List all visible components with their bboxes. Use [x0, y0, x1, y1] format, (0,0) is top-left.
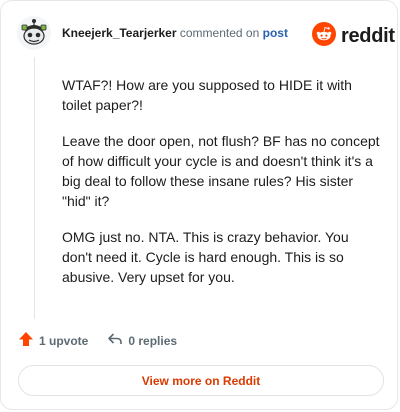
reddit-brand[interactable]: reddit: [312, 22, 395, 51]
thread-line: [34, 57, 35, 319]
comment-header: Kneejerk_Tearjerker commented on post: [62, 26, 288, 40]
reddit-logo-icon: [312, 22, 336, 51]
comment-paragraph: OMG just no. NTA. This is crazy behavior…: [62, 229, 349, 285]
replies-button[interactable]: 0 replies: [107, 331, 177, 350]
reddit-wordmark: reddit: [341, 25, 395, 47]
replies-count: 0 replies: [128, 333, 178, 348]
username-link[interactable]: Kneejerk_Tearjerker: [62, 26, 177, 40]
comment-paragraph: WTAF?! How are you supposed to HIDE it w…: [62, 77, 352, 113]
upvote-button[interactable]: 1 upvote: [18, 331, 88, 350]
comment-body: WTAF?! How are you supposed to HIDE it w…: [62, 75, 382, 303]
comment-paragraph: Leave the door open, not flush? BF has n…: [62, 133, 380, 209]
user-avatar[interactable]: [16, 15, 52, 51]
view-more-button[interactable]: View more on Reddit: [18, 365, 384, 396]
upvote-arrow-icon: [18, 331, 34, 350]
commented-on-text: commented on: [179, 26, 260, 40]
comment-embed-card: Kneejerk_Tearjerker commented on post re…: [0, 0, 398, 410]
upvote-count: 1 upvote: [39, 333, 89, 348]
post-link[interactable]: post: [263, 26, 288, 40]
reply-arrow-icon: [107, 331, 123, 350]
comment-actions: 1 upvote 0 replies: [18, 331, 177, 350]
